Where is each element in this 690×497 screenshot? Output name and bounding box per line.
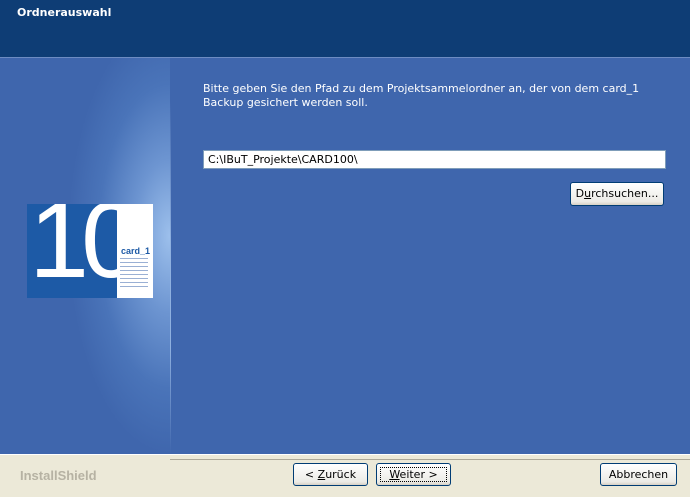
logo-number: 10 <box>29 204 141 298</box>
wizard-footer: InstallShield < Zurück Weiter > Abbreche… <box>0 454 690 497</box>
back-button[interactable]: < Zurück <box>293 463 368 486</box>
browse-label-post: rchsuchen... <box>591 187 659 200</box>
wizard-header: Ordnerauswahl <box>0 0 690 58</box>
focus-rectangle <box>380 467 447 482</box>
installshield-logo: InstallShield <box>20 468 97 483</box>
wizard-body: 10 card_1 Bitte geben Sie den Pfad zu de… <box>0 58 690 454</box>
instruction-text: Bitte geben Sie den Pfad zu dem Projekts… <box>203 82 640 109</box>
footer-divider <box>170 459 690 460</box>
back-label-post: urück <box>325 468 357 481</box>
next-button[interactable]: Weiter > <box>376 463 451 486</box>
browse-label-pre: D <box>575 187 585 200</box>
browse-button[interactable]: Durchsuchen... <box>570 182 664 206</box>
logo-brand: card_1 <box>121 246 151 256</box>
logo-fineprint <box>120 258 148 290</box>
panel-divider <box>170 102 171 454</box>
back-label-pre: < <box>304 468 318 481</box>
cancel-button[interactable]: Abbrechen <box>600 463 677 486</box>
product-logo-image: 10 card_1 <box>27 204 153 298</box>
page-title: Ordnerauswahl <box>17 6 112 19</box>
folder-path-input[interactable] <box>203 150 666 169</box>
side-panel: 10 card_1 <box>0 58 170 454</box>
